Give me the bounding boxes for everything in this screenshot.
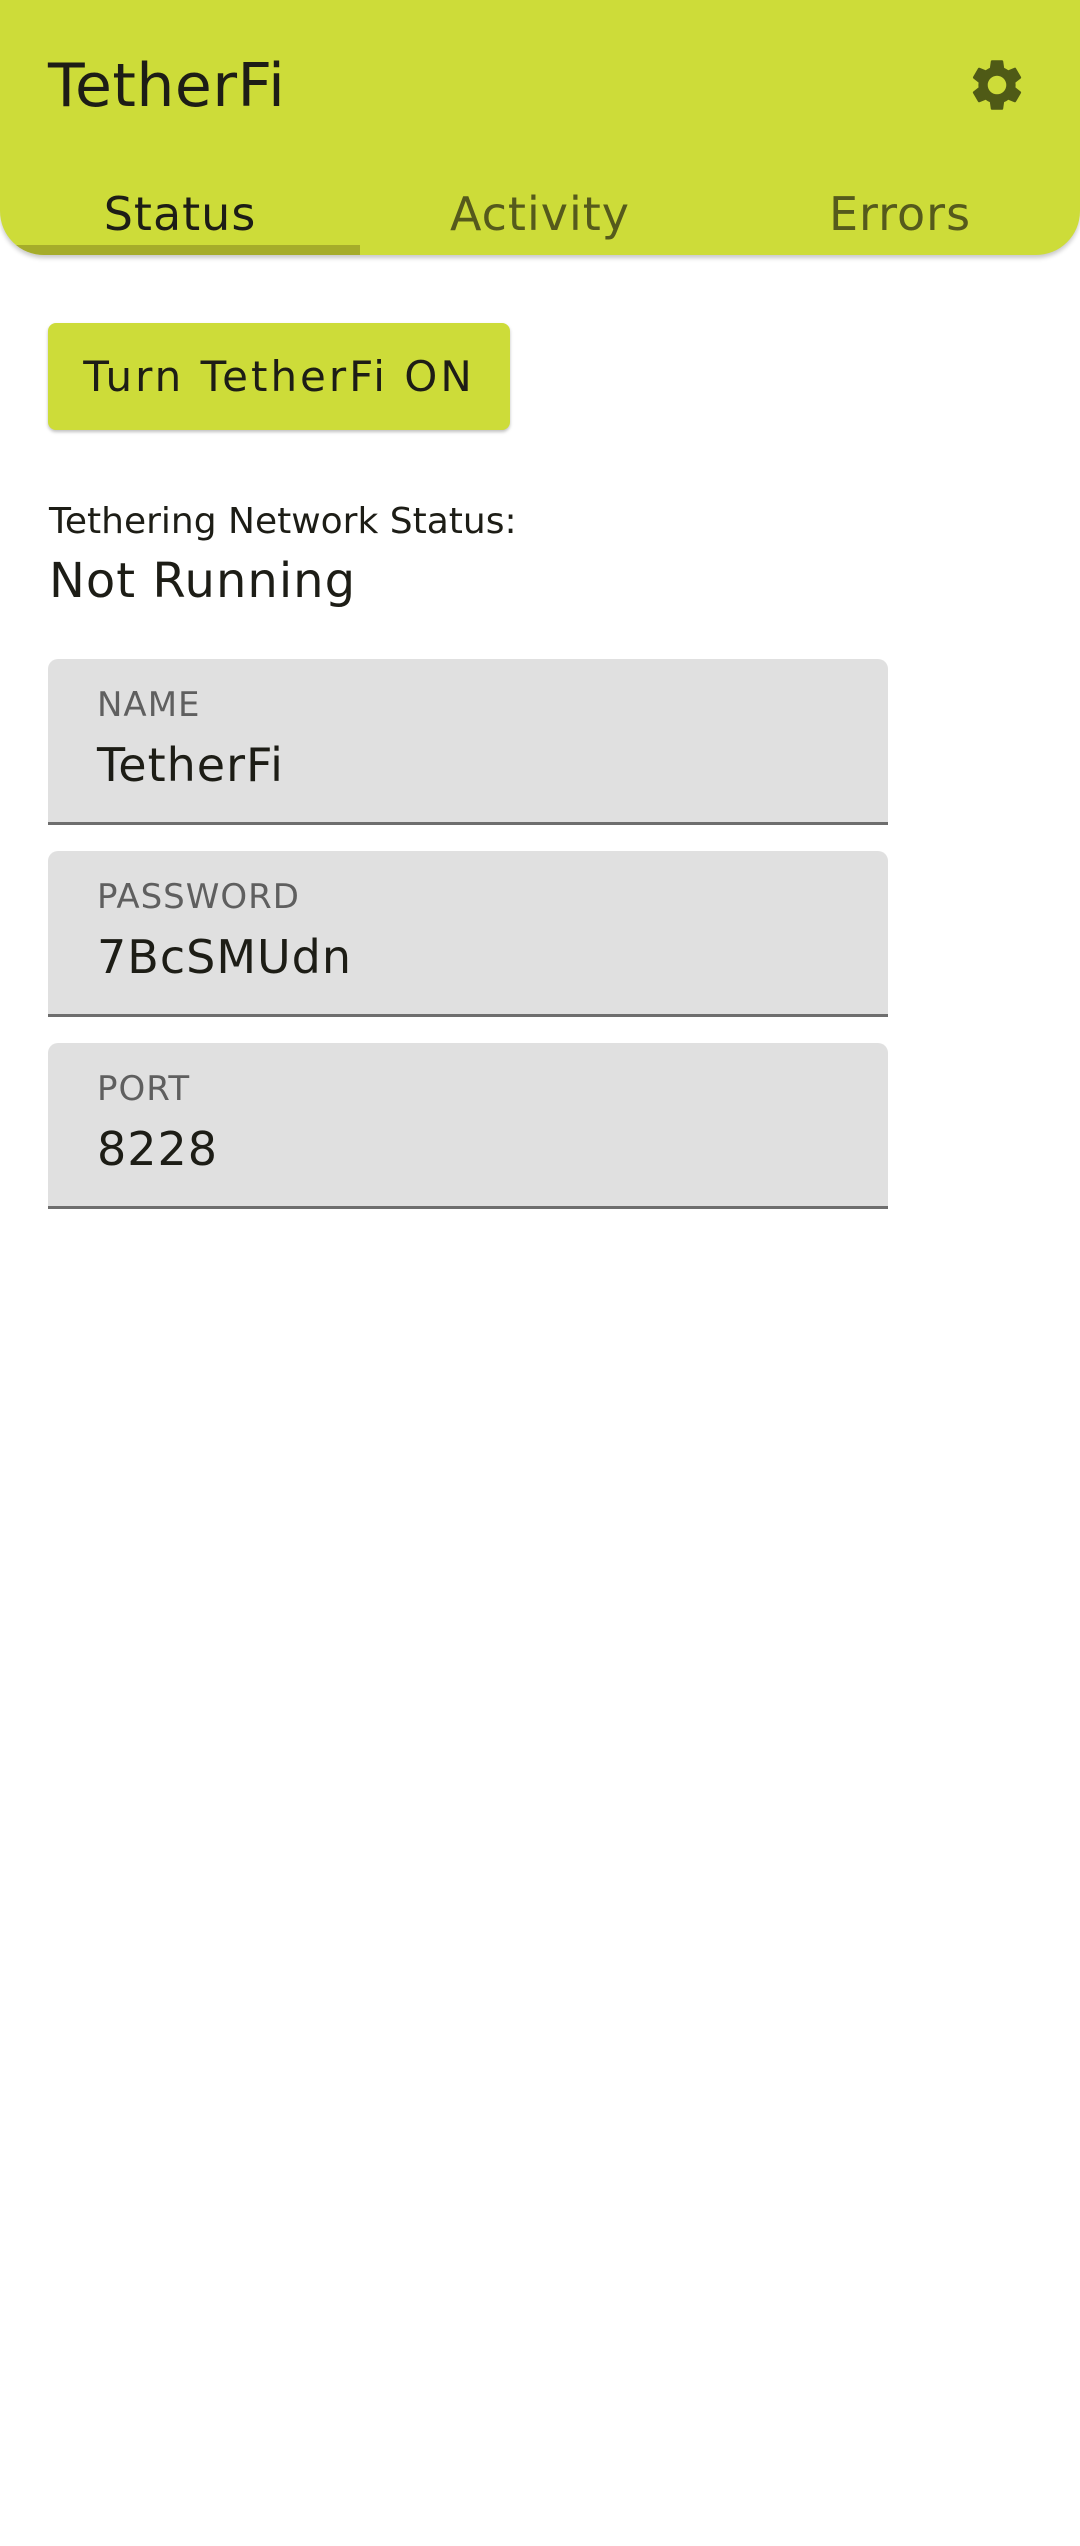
settings-button[interactable] [962,52,1032,122]
tab-row: Status Activity Errors [0,172,1080,255]
password-field[interactable]: PASSWORD 7BcSMUdn [48,851,888,1017]
active-tab-indicator [0,245,360,255]
network-status-value: Not Running [49,553,357,609]
tab-status[interactable]: Status [0,172,360,255]
top-app-bar: TetherFi Status Activity Errors [0,0,1080,255]
tab-errors[interactable]: Errors [720,172,1080,255]
password-field-label: PASSWORD [97,877,300,917]
port-field[interactable]: PORT 8228 [48,1043,888,1209]
port-field-value[interactable]: 8228 [97,1121,218,1177]
gear-icon [966,54,1028,120]
name-field[interactable]: NAME TetherFi [48,659,888,825]
tab-errors-label: Errors [828,187,972,241]
network-status-label: Tethering Network Status: [49,501,517,542]
tab-status-label: Status [103,187,257,241]
tab-activity-label: Activity [449,187,631,241]
port-field-label: PORT [97,1069,191,1109]
name-field-label: NAME [97,685,201,725]
password-field-value[interactable]: 7BcSMUdn [97,929,352,985]
tab-activity[interactable]: Activity [360,172,720,255]
app-title: TetherFi [48,51,286,121]
turn-on-button[interactable]: Turn TetherFi ON [48,323,510,430]
name-field-value[interactable]: TetherFi [97,737,284,793]
app-screen: TetherFi Status Activity Errors Turn Tet… [0,0,1080,2546]
